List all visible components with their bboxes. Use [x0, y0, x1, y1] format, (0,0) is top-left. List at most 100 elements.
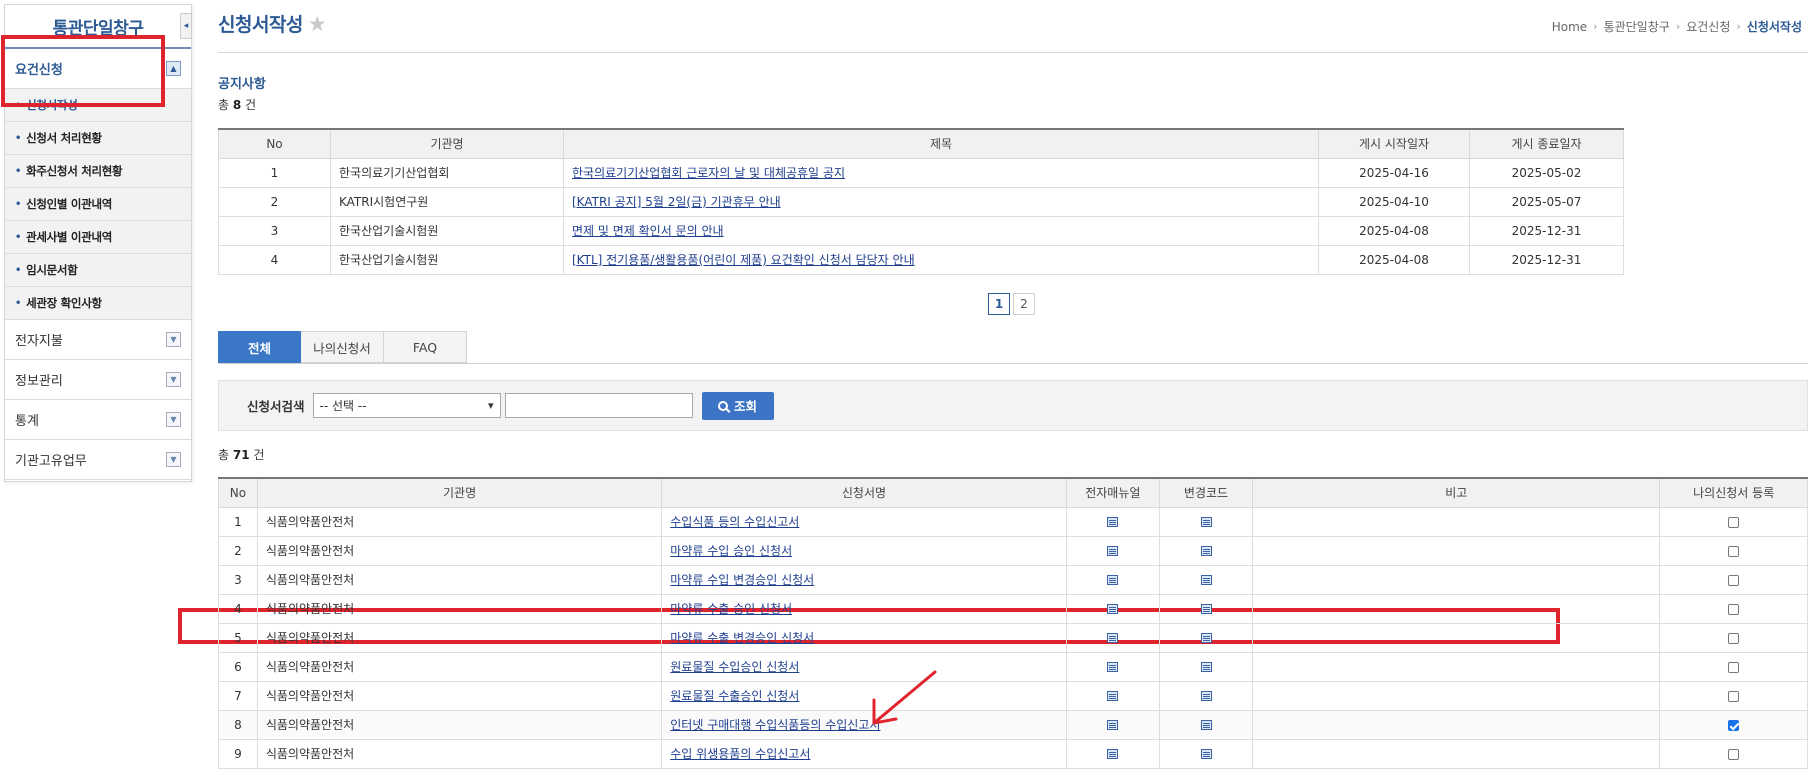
- breadcrumb-home[interactable]: Home: [1552, 20, 1587, 34]
- sidebar-group[interactable]: 기관고유업무 ▼: [5, 440, 191, 480]
- sidebar-item[interactable]: • 관세사별 이관내역: [5, 221, 191, 254]
- sidebar-group[interactable]: 정보관리 ▼: [5, 360, 191, 400]
- pagination: 1 2: [988, 293, 1035, 315]
- expand-down-icon[interactable]: ▼: [166, 452, 181, 467]
- form-name-link[interactable]: 마약류 수출 승인 신청서: [670, 602, 792, 616]
- register-checkbox[interactable]: [1728, 690, 1740, 702]
- collapse-up-icon[interactable]: ▲: [166, 61, 181, 76]
- register-checkbox[interactable]: [1728, 632, 1740, 644]
- cell-change-code: [1158, 564, 1254, 595]
- register-checkbox[interactable]: [1728, 516, 1740, 528]
- change-code-document-icon[interactable]: [1200, 662, 1212, 672]
- cell-org: 식품의약품안전처: [256, 564, 663, 595]
- table-row: 2 식품의약품안전처 마약류 수입 승인 신청서: [218, 535, 1808, 566]
- manual-document-icon[interactable]: [1107, 662, 1119, 672]
- sidebar-item[interactable]: • 임시문서함: [5, 254, 191, 287]
- register-checkbox[interactable]: [1728, 545, 1740, 557]
- manual-document-icon[interactable]: [1107, 633, 1119, 643]
- page-button[interactable]: 2: [1013, 293, 1035, 315]
- expand-down-icon[interactable]: ▼: [166, 412, 181, 427]
- table-row: 5 식품의약품안전처 마약류 수출 변경승인 신청서: [218, 622, 1808, 653]
- manual-document-icon[interactable]: [1107, 517, 1119, 527]
- cell-end-date: 2025-05-02: [1469, 157, 1624, 188]
- manual-document-icon[interactable]: [1107, 749, 1119, 759]
- form-name-link[interactable]: 수입 위생용품의 수입신고서: [670, 747, 810, 761]
- notice-title-link[interactable]: [KTL] 전기용품/생활용품(어린이 제품) 요건확인 신청서 담당자 안내: [572, 253, 915, 267]
- register-checkbox[interactable]: [1728, 603, 1740, 615]
- manual-document-icon[interactable]: [1107, 720, 1119, 730]
- form-name-link[interactable]: 인터넷 구매대행 수입식품등의 수입신고서: [670, 718, 880, 732]
- expand-down-icon[interactable]: ▼: [166, 372, 181, 387]
- form-name-link[interactable]: 원료물질 수출승인 신청서: [670, 689, 799, 703]
- notice-title-link[interactable]: 한국의료기기산업협회 근로자의 날 및 대체공휴일 공지: [572, 166, 845, 180]
- sidebar-item[interactable]: • 신청서 처리현황: [5, 122, 191, 155]
- tab-all[interactable]: 전체: [218, 331, 301, 363]
- register-checkbox[interactable]: [1728, 719, 1740, 731]
- search-input[interactable]: [504, 393, 693, 418]
- change-code-document-icon[interactable]: [1200, 546, 1212, 556]
- form-name-link[interactable]: 원료물질 수입승인 신청서: [670, 660, 799, 674]
- cell-no: 3: [218, 215, 331, 246]
- change-code-document-icon[interactable]: [1200, 749, 1212, 759]
- form-name-link[interactable]: 수입식품 등의 수입신고서: [670, 515, 799, 529]
- sidebar-item[interactable]: • 화주신청서 처리현황: [5, 155, 191, 188]
- register-checkbox[interactable]: [1728, 748, 1740, 760]
- cell-org: 식품의약품안전처: [256, 738, 663, 769]
- notice-section-title: 공지사항: [218, 77, 266, 92]
- sidebar-group-label: 요건신청: [15, 63, 63, 78]
- sidebar-group[interactable]: 전자지불 ▼: [5, 320, 191, 360]
- manual-document-icon[interactable]: [1107, 546, 1119, 556]
- search-type-select[interactable]: -- 선택 -- ▾: [312, 393, 501, 418]
- manual-document-icon[interactable]: [1107, 604, 1119, 614]
- breadcrumb-item[interactable]: 요건신청: [1686, 18, 1730, 35]
- tab-my-forms[interactable]: 나의신청서: [301, 331, 384, 363]
- manual-document-icon[interactable]: [1107, 575, 1119, 585]
- form-name-link[interactable]: 마약류 수출 변경승인 신청서: [670, 631, 814, 645]
- favorite-star-icon[interactable]: ★: [308, 12, 327, 36]
- register-checkbox[interactable]: [1728, 661, 1740, 673]
- tab-faq[interactable]: FAQ: [384, 331, 467, 363]
- cell-org: KATRI시험연구원: [330, 186, 564, 217]
- cell-manual: [1065, 622, 1160, 653]
- manual-document-icon[interactable]: [1107, 691, 1119, 701]
- sidebar-collapse-icon[interactable]: ◂: [180, 13, 192, 39]
- cell-remark: [1252, 622, 1661, 653]
- cell-form-name: 수입 위생용품의 수입신고서: [661, 738, 1067, 769]
- cell-manual: [1065, 506, 1160, 537]
- cell-form-name: 원료물질 수입승인 신청서: [661, 651, 1067, 682]
- cell-register: [1659, 622, 1808, 653]
- change-code-document-icon[interactable]: [1200, 691, 1212, 701]
- cell-form-name: 마약류 수입 승인 신청서: [661, 535, 1067, 566]
- change-code-document-icon[interactable]: [1200, 633, 1212, 643]
- sidebar-group-label: 정보관리: [15, 374, 63, 389]
- notice-title-link[interactable]: 면제 및 면제 확인서 문의 안내: [572, 224, 724, 238]
- change-code-document-icon[interactable]: [1200, 720, 1212, 730]
- sidebar-item-label: 신청인별 이관내역: [26, 197, 113, 211]
- sidebar-group[interactable]: 통계 ▼: [5, 400, 191, 440]
- table-row: 8 식품의약품안전처 인터넷 구매대행 수입식품등의 수입신고서: [218, 709, 1808, 740]
- form-name-link[interactable]: 마약류 수입 승인 신청서: [670, 544, 792, 558]
- page-button[interactable]: 1: [988, 293, 1010, 315]
- sidebar-item[interactable]: • 신청서작성: [5, 89, 191, 122]
- notice-title-link[interactable]: [KATRI 공지] 5월 2일(금) 기관휴무 안내: [572, 195, 781, 209]
- change-code-document-icon[interactable]: [1200, 575, 1212, 585]
- notice-count-prefix: 총: [218, 98, 233, 112]
- cell-manual: [1065, 709, 1160, 740]
- cell-no: 1: [218, 506, 258, 537]
- expand-down-icon[interactable]: ▼: [166, 332, 181, 347]
- sidebar-item-label: 화주신청서 처리현황: [26, 164, 123, 178]
- breadcrumb-separator-icon: ›: [1736, 20, 1741, 33]
- search-button[interactable]: 조회: [701, 391, 774, 420]
- cell-org: 식품의약품안전처: [256, 709, 663, 740]
- sidebar-item[interactable]: • 세관장 확인사항: [5, 287, 191, 320]
- cell-remark: [1252, 651, 1661, 682]
- breadcrumb-item[interactable]: 통관단일창구: [1604, 18, 1670, 35]
- cell-register: [1659, 651, 1808, 682]
- change-code-document-icon[interactable]: [1200, 604, 1212, 614]
- register-checkbox[interactable]: [1728, 574, 1740, 586]
- sidebar-group-requirement[interactable]: 요건신청 ▲: [5, 49, 191, 89]
- sidebar-item[interactable]: • 신청인별 이관내역: [5, 188, 191, 221]
- page-title: 신청서작성 ★: [218, 10, 327, 37]
- change-code-document-icon[interactable]: [1200, 517, 1212, 527]
- form-name-link[interactable]: 마약류 수입 변경승인 신청서: [670, 573, 814, 587]
